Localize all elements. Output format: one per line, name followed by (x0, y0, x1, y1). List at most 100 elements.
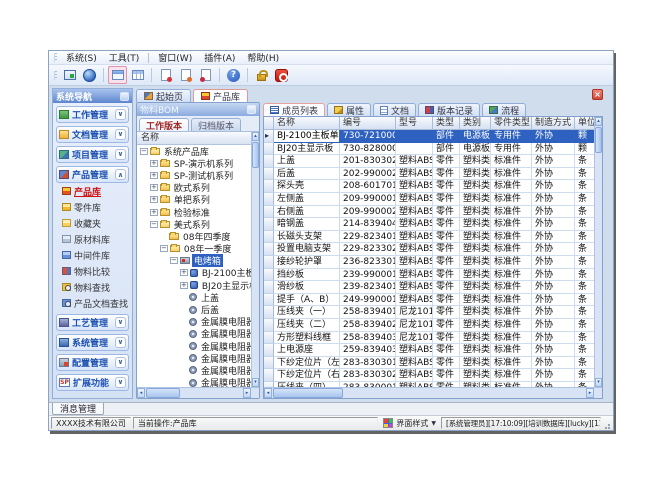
sidebar-entry[interactable]: 物料查找 ∨ (53, 279, 132, 295)
sidebar-entry[interactable]: 文档管理 ∨ (56, 126, 129, 143)
menu-item[interactable] (148, 53, 149, 63)
sidebar-entry[interactable]: 零件库 ∨ (53, 199, 132, 215)
member-tab[interactable]: 成员列表 (263, 103, 325, 116)
tree-node[interactable]: 金属膜电阻器 (137, 377, 251, 387)
table-row[interactable]: 挡纱板 239-990001-01X 塑料ABS 零件 塑料类 标准件 外协 (264, 269, 594, 282)
scroll-thumb[interactable] (273, 388, 343, 398)
table-row[interactable]: 暗钢盖 214-839404-01X 塑料ABS 零件 塑料类 标准件 外协 (264, 218, 594, 231)
scroll-thumb[interactable] (595, 127, 602, 153)
sidebar-entry[interactable]: 项目管理 ∨ (56, 146, 129, 163)
table-row[interactable]: 滑纱板 239-823401-00X 塑料ABS 零件 塑料类 标准件 外协 (264, 281, 594, 294)
column-header[interactable]: 制造方式 (532, 117, 575, 130)
toolbar-button[interactable] (80, 66, 99, 84)
bom-version-tab[interactable]: 归档版本 (191, 118, 241, 131)
sidebar-entry[interactable]: 中间件库 ∨ (53, 247, 132, 263)
expander-icon[interactable]: + (150, 209, 158, 216)
toolbar-button[interactable] (219, 68, 220, 82)
tree-node[interactable]: 金属膜电阻器 (137, 352, 251, 364)
close-icon[interactable]: × (592, 89, 603, 100)
menu-item[interactable]: 工具(T) (103, 51, 146, 64)
menu-item[interactable]: 插件(A) (198, 51, 241, 64)
toolbar-button[interactable] (176, 66, 195, 84)
column-header[interactable]: 名称 (274, 117, 340, 130)
expander-icon[interactable]: − (170, 257, 178, 264)
table-row[interactable]: 右侧盖 209-990002-01X 塑料ABS 零件 塑料类 标准件 外协 (264, 206, 594, 219)
toolbar-button[interactable] (156, 66, 175, 84)
message-tab[interactable]: 消息管理 (52, 403, 104, 415)
tree-node[interactable]: 金属膜电阻器 (137, 316, 251, 328)
tree-node[interactable]: 后盖 (137, 303, 251, 315)
menu-item[interactable]: 系统(S) (60, 51, 103, 64)
tree-vscroll[interactable]: ▴ ▾ (251, 132, 259, 387)
column-header[interactable]: 类型 (433, 117, 460, 130)
table-row[interactable]: 接纱轮护罩 236-823301-00X 塑料ABS 零件 塑料类 标准件 外协 (264, 256, 594, 269)
chevron-down-icon[interactable]: ∨ (115, 357, 126, 368)
table-row[interactable]: 上电源座 259-839403-00X 塑料ABS 零件 塑料类 标准件 外协 (264, 344, 594, 357)
column-header[interactable]: 零件类型 (491, 117, 532, 130)
drag-grip-icon[interactable] (54, 53, 57, 62)
table-row[interactable]: 压线夹（一） 258-839401-00X 尼龙1010 零件 塑料类 标准件 … (264, 306, 594, 319)
sidebar-entry[interactable]: 产品文档查找 ∨ (53, 295, 132, 311)
toolbar-button[interactable] (108, 66, 127, 84)
table-row[interactable]: 提手（A、B） 249-990001-01X 塑料ABS 零件 塑料类 标准件 … (264, 294, 594, 307)
toolbar-button[interactable] (247, 68, 248, 82)
tree-node[interactable]: + BJ20主显示板 (137, 279, 251, 291)
table-row[interactable]: BJ20主显示板 730-828000-04X 部件 电源板 专用件 外协 (264, 143, 594, 156)
resize-grip[interactable] (603, 420, 611, 430)
sidebar-entry[interactable]: 原材料库 ∨ (53, 231, 132, 247)
expander-icon[interactable]: − (150, 221, 158, 228)
bom-version-tab[interactable]: 工作版本 (139, 118, 189, 131)
chevron-down-icon[interactable]: ∨ (115, 169, 126, 180)
tree-hscroll[interactable]: ◂ ▸ (137, 388, 251, 398)
table-hscroll[interactable]: ◂ ▸ (264, 388, 594, 398)
table-row[interactable]: 下纱定位片（左） 283-830301-00X 塑料ABS 零件 塑料类 标准件… (264, 357, 594, 370)
scroll-down-icon[interactable]: ▾ (252, 378, 259, 387)
scroll-up-icon[interactable]: ▴ (252, 132, 259, 141)
table-row[interactable]: 左侧盖 209-990001-01X 塑料ABS 零件 塑料类 标准件 外协 (264, 193, 594, 206)
scroll-up-icon[interactable]: ▴ (595, 117, 602, 126)
toolbar-button[interactable] (196, 66, 215, 84)
toolbar-button[interactable] (272, 66, 291, 84)
sidebar-entry[interactable]: 系统管理 ∨ (56, 334, 129, 351)
expander-icon[interactable]: − (140, 148, 148, 155)
expander-icon[interactable]: − (160, 245, 168, 252)
scroll-left-icon[interactable]: ◂ (264, 388, 272, 398)
sidebar-entry[interactable]: 物料比较 ∨ (53, 263, 132, 279)
column-header[interactable]: 编号 (340, 117, 396, 130)
member-tab[interactable]: 版本记录 (418, 103, 480, 116)
column-header[interactable]: 单位 (575, 117, 594, 130)
scroll-thumb[interactable] (252, 142, 259, 168)
table-row[interactable]: 探头壳 208-601701-01X 塑料ABS 零件 塑料类 标准件 外协 (264, 180, 594, 193)
sidebar-entry[interactable]: 配置管理 ∨ (56, 354, 129, 371)
tree-node[interactable]: 08年四季度 (137, 230, 251, 242)
tree-node[interactable]: − 美式系列 (137, 218, 251, 230)
table-vscroll[interactable]: ▴ ▾ (594, 117, 602, 387)
sidebar-entry[interactable]: 产品管理 ∨ (56, 166, 129, 183)
tree-column-header[interactable]: 名称 (137, 132, 251, 145)
chevron-down-icon[interactable]: ∨ (115, 109, 126, 120)
expander-icon[interactable]: + (150, 172, 158, 179)
tree-node[interactable]: + 检验标准 (137, 206, 251, 218)
collapse-icon[interactable] (120, 92, 129, 101)
table-row[interactable]: 方形塑料线框 258-839403-00X 尼龙1010 零件 塑料类 标准件 … (264, 332, 594, 345)
toolbar-button[interactable] (224, 66, 243, 84)
tree-node[interactable]: + 欧式系列 (137, 182, 251, 194)
member-tab[interactable]: 属性 (327, 103, 371, 116)
table-row[interactable]: 投置电脑支架 229-823302-00X 塑料ABS 零件 塑料类 标准件 外… (264, 243, 594, 256)
tree-node[interactable]: + 单把系列 (137, 194, 251, 206)
toolbar-button[interactable] (252, 66, 271, 84)
chevron-down-icon[interactable]: ∨ (115, 149, 126, 160)
tree-node[interactable]: 上盖 (137, 291, 251, 303)
tree-node[interactable]: 金属膜电阻器 (137, 328, 251, 340)
scroll-down-icon[interactable]: ▾ (595, 378, 602, 387)
expander-icon[interactable]: + (180, 269, 188, 276)
sidebar-entry[interactable]: 工作管理 ∨ (56, 106, 129, 123)
menu-item[interactable]: 帮助(H) (241, 51, 285, 64)
scroll-left-icon[interactable]: ◂ (137, 388, 145, 398)
scroll-right-icon[interactable]: ▸ (586, 388, 594, 398)
expander-icon[interactable]: + (150, 160, 158, 167)
expander-icon[interactable]: + (150, 184, 158, 191)
chevron-down-icon[interactable]: ∨ (115, 337, 126, 348)
chevron-down-icon[interactable]: ∨ (115, 377, 126, 388)
pin-icon[interactable] (247, 105, 256, 114)
